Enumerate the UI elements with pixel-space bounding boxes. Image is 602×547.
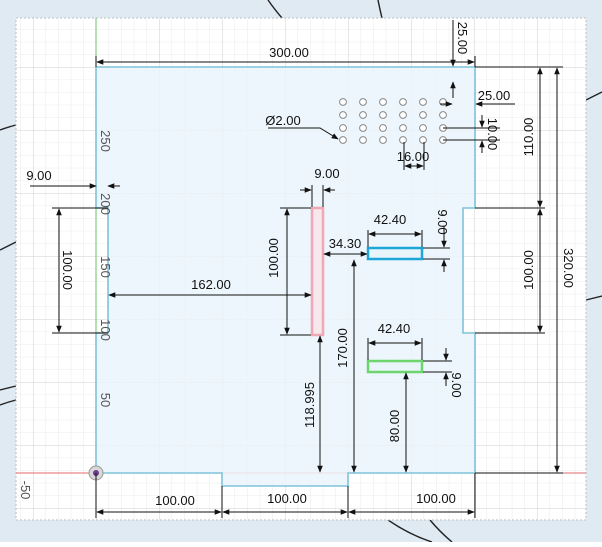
hole[interactable] xyxy=(339,136,347,144)
sketch-profile[interactable] xyxy=(95,66,476,487)
dim-green-slot-width: 42.40 xyxy=(378,321,411,336)
hole[interactable] xyxy=(419,98,427,106)
dim-hole-spacing-v: 10.00 xyxy=(485,118,500,151)
hole[interactable] xyxy=(379,111,387,119)
hole[interactable] xyxy=(359,98,367,106)
dim-hole-diameter: Ø2.00 xyxy=(265,113,300,128)
dim-hole-spacing-h: 16.00 xyxy=(397,149,430,164)
hole[interactable] xyxy=(419,111,427,119)
hole[interactable] xyxy=(359,124,367,132)
hole[interactable] xyxy=(419,136,427,144)
dim-pink-slot-height: 100.00 xyxy=(266,238,281,278)
dim-pink-to-left: 162.00 xyxy=(191,277,231,292)
dim-top-offset: 25.00 xyxy=(455,22,470,55)
dim-green-bottom: 80.00 xyxy=(387,410,402,443)
pink-slot[interactable] xyxy=(310,206,325,337)
dim-bottom-seg-3: 100.00 xyxy=(416,491,456,506)
sketch-svg[interactable]: 250 200 150 100 50 -50 300.00 25.00 25.0… xyxy=(0,0,602,543)
dim-left-notch-height: 100.00 xyxy=(60,250,75,290)
hole[interactable] xyxy=(339,124,347,132)
dim-green-slot-height: 9.00 xyxy=(449,372,464,397)
dim-total-height: 320.00 xyxy=(561,248,576,288)
ruler-tick-neg50: -50 xyxy=(18,481,33,500)
dim-pink-bottom: 118.995 xyxy=(302,382,317,428)
hole[interactable] xyxy=(379,124,387,132)
hole[interactable] xyxy=(399,111,407,119)
hole[interactable] xyxy=(399,98,407,106)
dim-bottom-seg-1: 100.00 xyxy=(155,493,195,508)
dim-blue-slot-width: 42.40 xyxy=(374,212,407,227)
hole[interactable] xyxy=(339,111,347,119)
ruler-tick-50: 50 xyxy=(98,393,113,407)
dim-right-offset: 25.00 xyxy=(478,88,511,103)
ruler-tick-150: 150 xyxy=(98,256,113,278)
hole[interactable] xyxy=(399,124,407,132)
dim-blue-gap: 34.30 xyxy=(329,236,362,251)
ruler-tick-250: 250 xyxy=(98,130,113,152)
hole[interactable] xyxy=(379,98,387,106)
dim-left-notch-depth: 9.00 xyxy=(26,168,51,183)
hole[interactable] xyxy=(399,136,407,144)
dim-blue-bottom: 170.00 xyxy=(335,328,350,368)
ruler-tick-100: 100 xyxy=(98,319,113,341)
hole[interactable] xyxy=(359,111,367,119)
hole[interactable] xyxy=(379,136,387,144)
dim-top-width: 300.00 xyxy=(269,45,309,60)
blue-slot[interactable] xyxy=(366,246,424,261)
green-slot[interactable] xyxy=(366,359,424,374)
hole[interactable] xyxy=(339,98,347,106)
dim-bottom-seg-2: 100.00 xyxy=(267,491,307,506)
sketch-canvas[interactable]: 250 200 150 100 50 -50 300.00 25.00 25.0… xyxy=(0,0,602,543)
hole[interactable] xyxy=(359,136,367,144)
dim-pink-slot-width: 9.00 xyxy=(314,166,339,181)
dim-blue-slot-height: 9.00 xyxy=(435,209,450,234)
dim-hole-block-height: 110.00 xyxy=(521,118,536,157)
hole[interactable] xyxy=(439,111,447,119)
ruler-tick-200: 200 xyxy=(98,193,113,215)
hole[interactable] xyxy=(419,124,427,132)
dim-right-notch-height: 100.00 xyxy=(521,250,536,290)
